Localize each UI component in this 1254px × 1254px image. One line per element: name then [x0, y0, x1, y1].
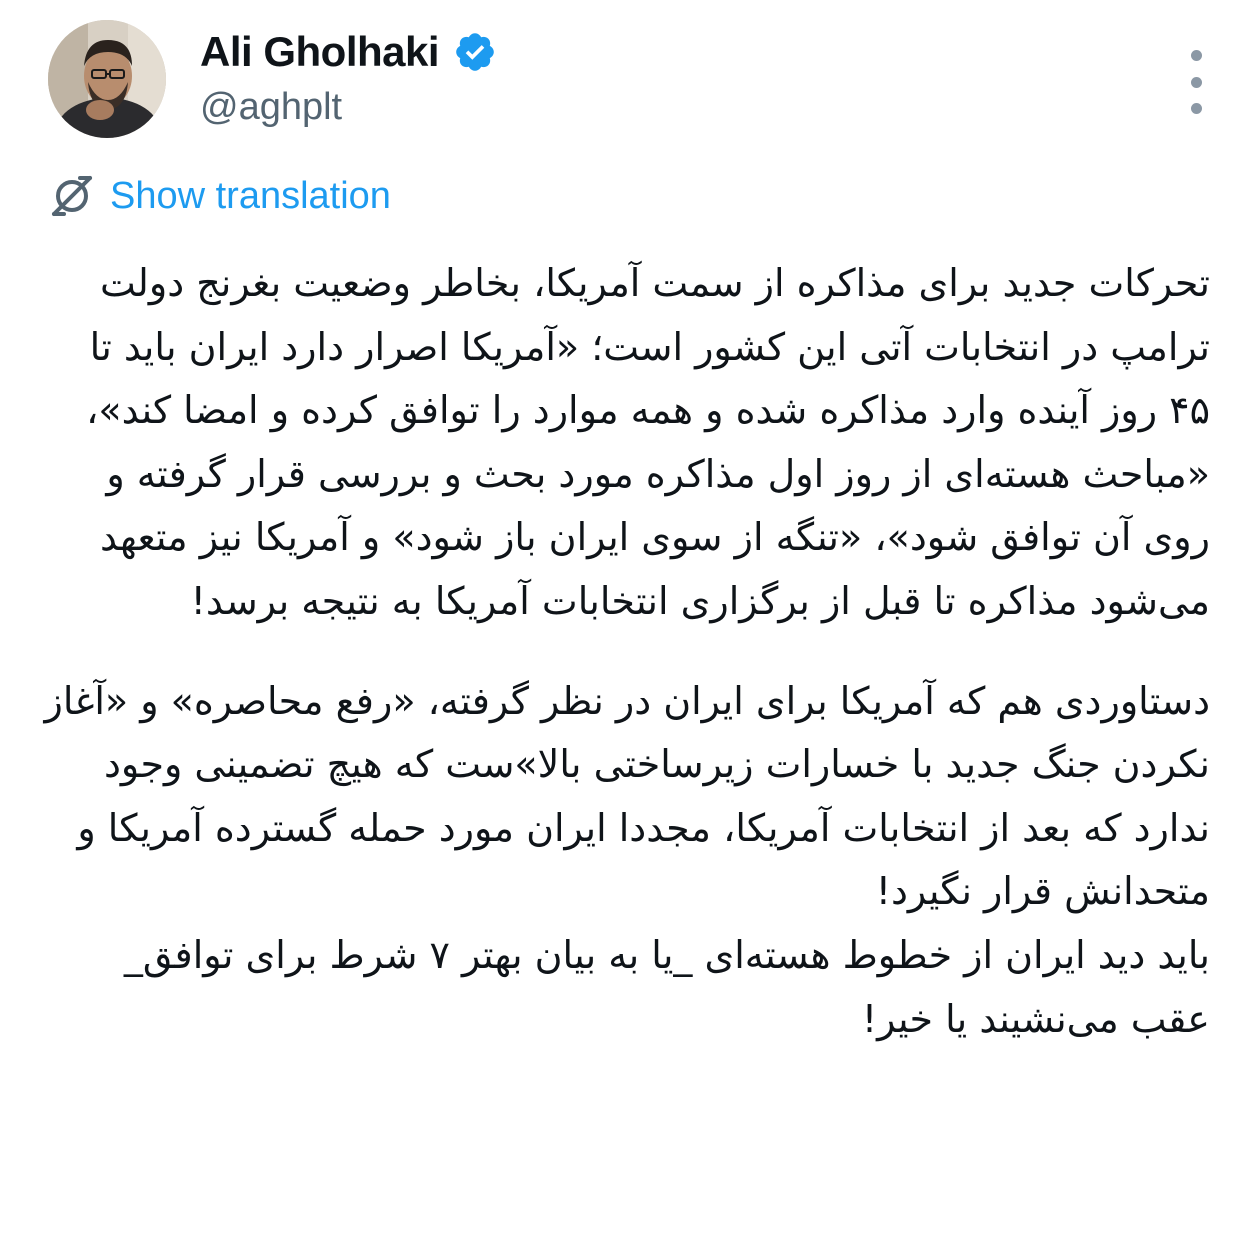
tweet-paragraph: تحرکات جدید برای مذاکره از سمت آمریکا، ب…: [86, 261, 1210, 623]
more-options-button[interactable]: [1184, 50, 1208, 114]
more-vertical-icon-dot: [1190, 76, 1202, 88]
tweet-paragraph: دستاوردی هم که آمریکا برای ایران در نظر …: [44, 678, 1210, 914]
tweet-paragraph: باید دید ایران از خطوط هسته‌ای _یا به بی…: [123, 932, 1210, 1041]
avatar[interactable]: [48, 20, 166, 138]
user-handle[interactable]: @aghplt: [200, 86, 497, 129]
show-translation-label[interactable]: Show translation: [110, 175, 391, 218]
show-translation-link[interactable]: Show translation: [48, 168, 391, 224]
profile-photo: [48, 20, 166, 138]
display-name-row: Ali Gholhaki: [200, 24, 497, 80]
more-vertical-icon-dot: [1190, 50, 1202, 61]
tweet-text: تحرکات جدید برای مذاکره از سمت آمریکا، ب…: [40, 252, 1210, 1051]
display-name[interactable]: Ali Gholhaki: [200, 28, 440, 76]
translate-icon: [52, 176, 92, 216]
author-names: Ali Gholhaki @aghplt: [200, 24, 497, 129]
more-vertical-icon-dot: [1190, 103, 1202, 114]
verified-badge-icon: [456, 33, 494, 71]
tweet-header: Ali Gholhaki @aghplt: [48, 20, 1208, 140]
